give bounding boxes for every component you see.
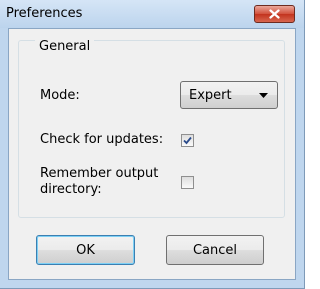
remember-dir-label-line1: Remember output <box>40 166 159 181</box>
mode-label: Mode: <box>40 88 80 103</box>
mode-select[interactable]: Expert <box>180 81 278 109</box>
close-button[interactable] <box>254 5 295 23</box>
cancel-button[interactable]: Cancel <box>166 235 264 265</box>
remember-dir-label-line2: directory: <box>40 182 102 197</box>
remember-dir-checkbox[interactable] <box>181 176 194 189</box>
general-group-legend: General <box>35 39 95 54</box>
checkmark-icon <box>183 136 192 145</box>
window-title: Preferences <box>6 6 83 21</box>
check-updates-label: Check for updates: <box>40 132 164 147</box>
ok-button[interactable]: OK <box>36 235 135 265</box>
title-bar[interactable]: Preferences <box>0 0 304 28</box>
mode-select-value: Expert <box>189 88 232 103</box>
chevron-down-icon <box>259 93 268 98</box>
check-updates-checkbox[interactable] <box>181 134 194 147</box>
close-icon <box>269 9 280 19</box>
